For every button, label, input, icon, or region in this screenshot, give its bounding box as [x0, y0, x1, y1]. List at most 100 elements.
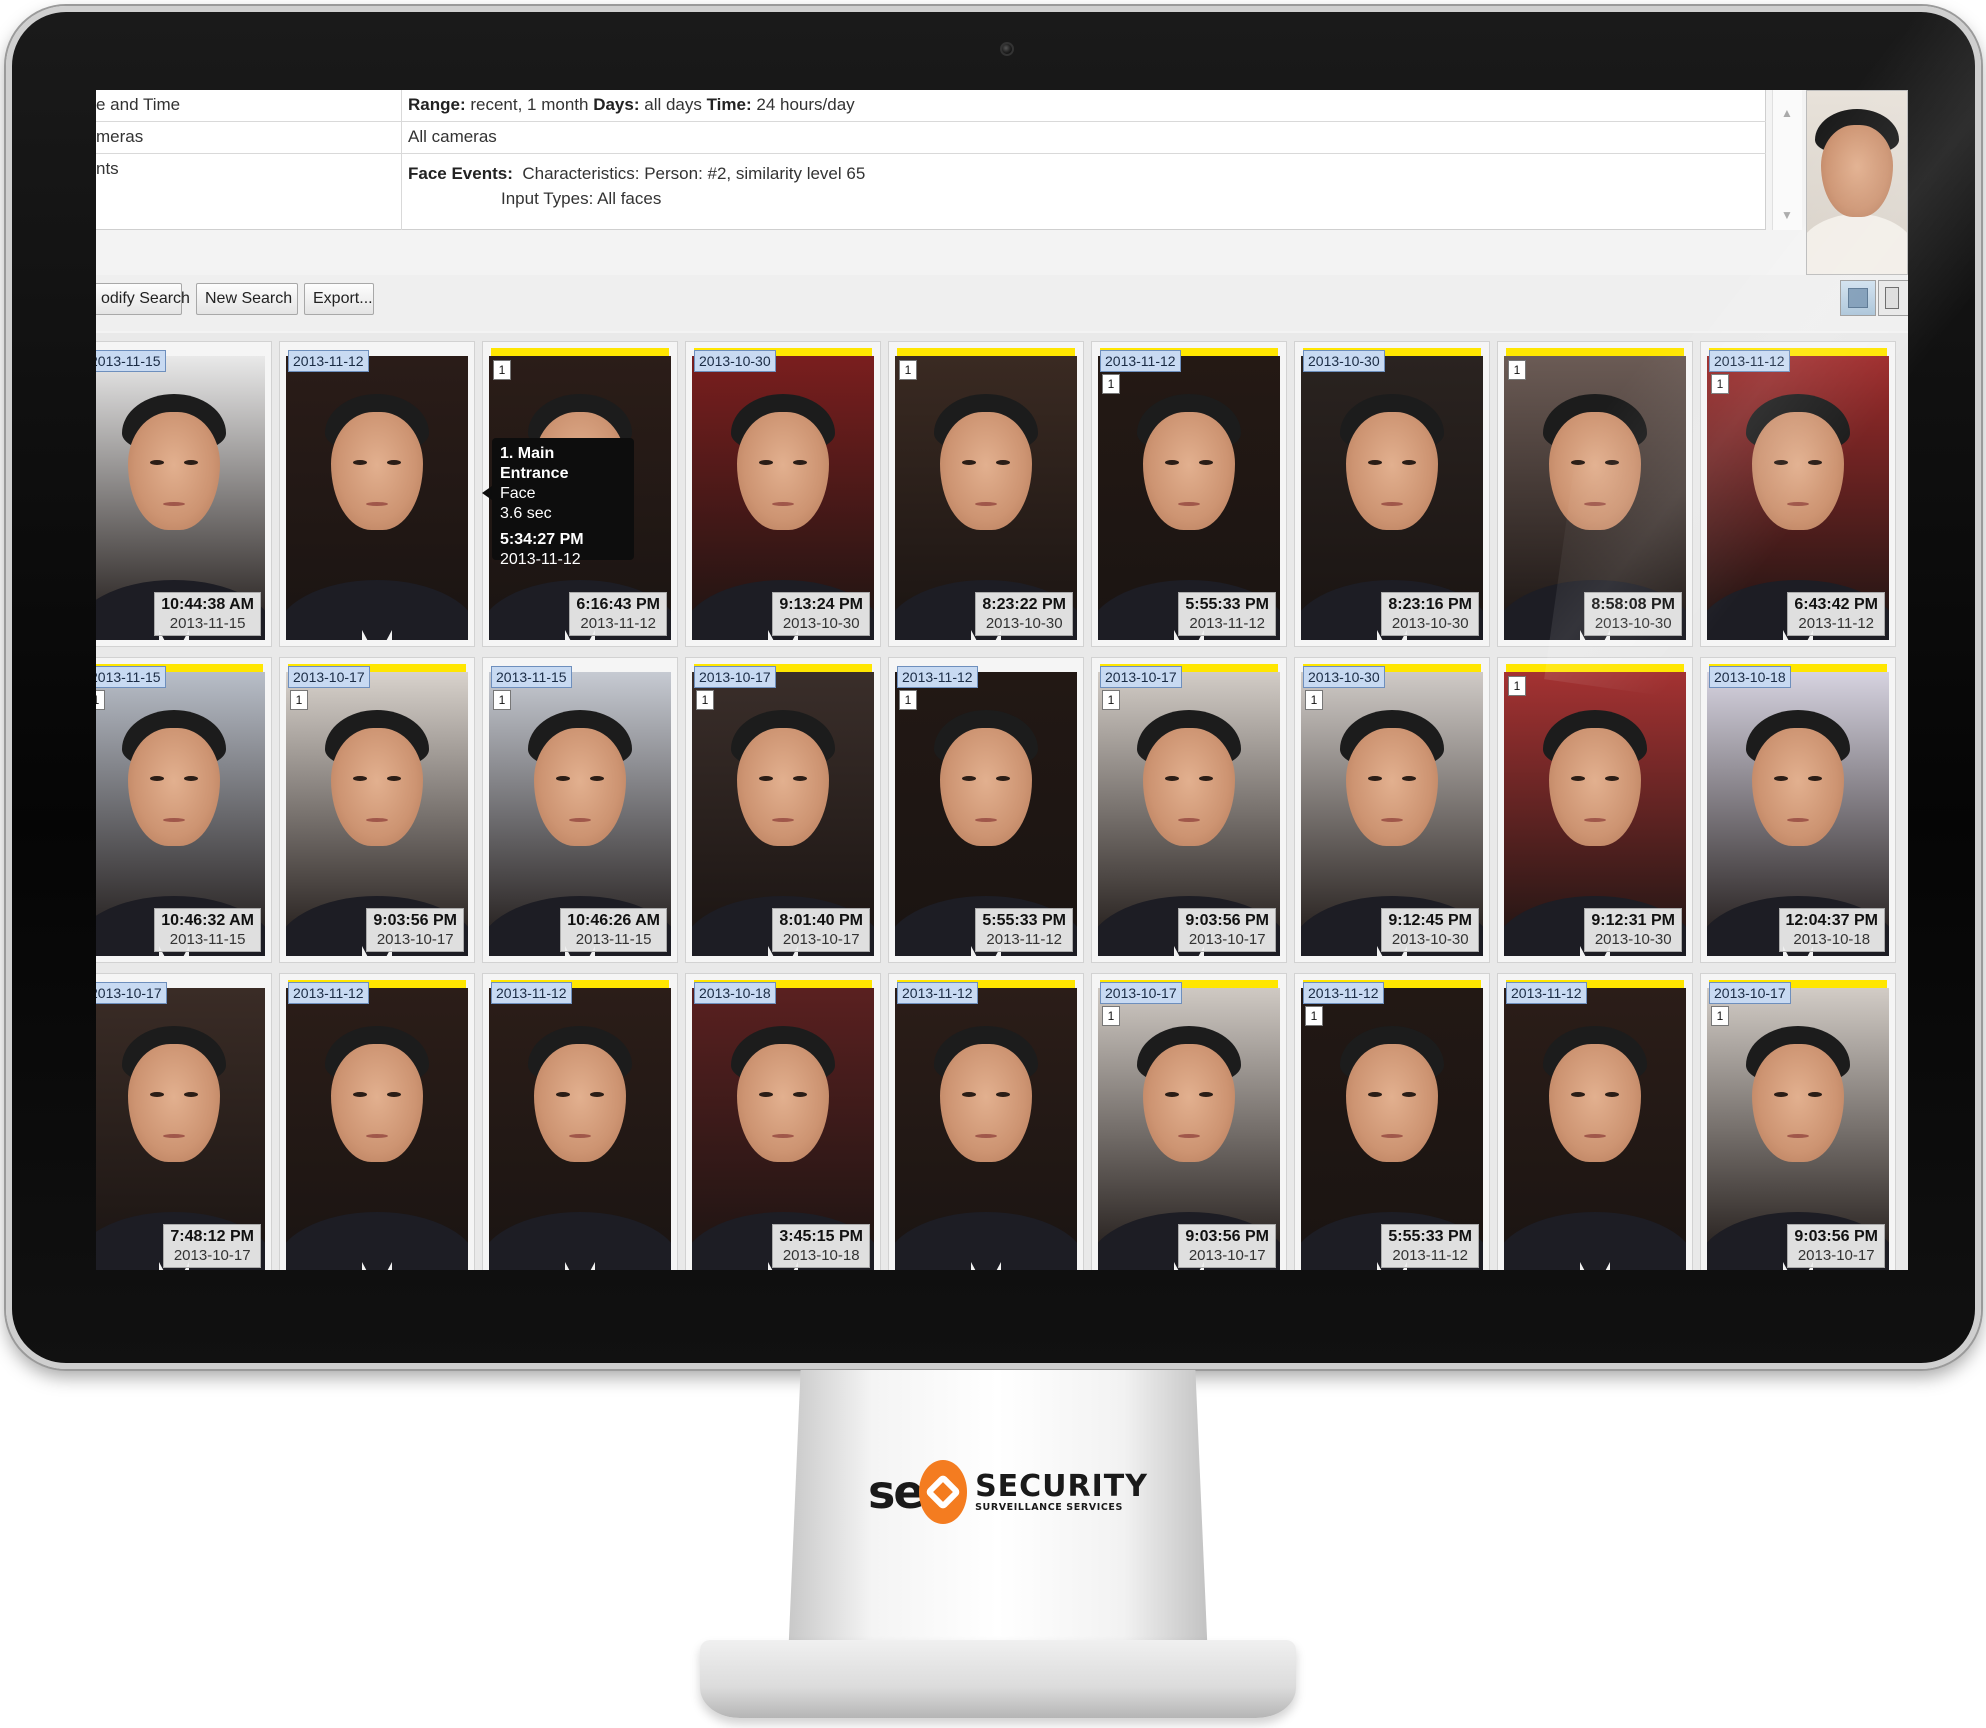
result-date: 2013-11-12	[1798, 615, 1875, 632]
result-timestamp: 8:23:22 PM 2013-10-30	[975, 592, 1073, 636]
result-tile[interactable]: 2013-10-17 1 8:01:40 PM 2013-10-17	[685, 657, 881, 963]
result-time: 9:03:56 PM	[1185, 1228, 1269, 1245]
result-tile[interactable]: 2013-11-15 1 10:46:26 AM 2013-11-15	[482, 657, 678, 963]
result-tile[interactable]: 2013-11-12 1 5:55:33 PM 2013-11-12	[1091, 341, 1287, 647]
search-criteria-panel: e and Time Range: recent, 1 month Days: …	[96, 90, 1766, 230]
result-tile[interactable]: 2013-10-17 1 9:03:56 PM 2013-10-17	[279, 657, 475, 963]
criteria-scrollbar[interactable]: ▲ ▼	[1772, 90, 1802, 230]
result-tile[interactable]: 2013-11-12	[279, 973, 475, 1270]
result-time: 10:46:26 AM	[567, 912, 660, 929]
result-date-tag: 2013-10-17	[96, 982, 167, 1004]
camera-number-tag: 1	[696, 690, 714, 710]
result-date: 2013-11-12	[986, 931, 1063, 948]
result-tile[interactable]: 2013-10-17 1 9:03:56 PM 2013-10-17	[1700, 973, 1896, 1270]
result-tile[interactable]: 2013-10-30 8:23:16 PM 2013-10-30	[1294, 341, 1490, 647]
result-date: 2013-10-17	[1797, 1247, 1875, 1264]
result-tile[interactable]: 2013-11-12 1 6:43:42 PM 2013-11-12	[1700, 341, 1896, 647]
result-date: 2013-10-30	[782, 615, 860, 632]
result-date-tag: 2013-11-15	[96, 666, 166, 688]
brand-subtitle: SURVEILLANCE SERVICES	[975, 1501, 1123, 1513]
result-date: 2013-11-12	[580, 615, 657, 632]
result-date: 2013-10-30	[985, 615, 1063, 632]
result-tile[interactable]: 2013-10-30 9:13:24 PM 2013-10-30	[685, 341, 881, 647]
split-view-toggle-icon[interactable]	[1878, 280, 1908, 316]
monitor-frame: e and Time Range: recent, 1 month Days: …	[6, 6, 1981, 1369]
camera-number-tag: 1	[1711, 374, 1729, 394]
camera-number-tag: 1	[290, 690, 308, 710]
scroll-down-icon[interactable]: ▼	[1781, 208, 1793, 222]
result-timestamp: 9:12:45 PM 2013-10-30	[1381, 908, 1479, 952]
scroll-up-icon[interactable]: ▲	[1781, 106, 1793, 120]
result-date-tag: 2013-10-17	[1709, 982, 1791, 1004]
result-time: 3:45:15 PM	[779, 1228, 863, 1245]
result-date-tag: 2013-11-12	[491, 982, 572, 1004]
result-timestamp: 5:55:33 PM 2013-11-12	[1381, 1224, 1479, 1268]
result-tile[interactable]: 2013-11-12	[279, 341, 475, 647]
result-date: 2013-10-17	[173, 1247, 251, 1264]
result-time: 10:46:32 AM	[161, 912, 254, 929]
single-view-toggle-icon[interactable]	[1840, 280, 1876, 316]
result-tile[interactable]: 2013-10-18 3:45:15 PM 2013-10-18	[685, 973, 881, 1270]
modify-search-button[interactable]: odify Search	[96, 283, 190, 315]
face-thumbnail[interactable]	[286, 356, 468, 640]
result-date-tag: 2013-10-17	[288, 666, 370, 688]
result-tile[interactable]: 2013-11-12	[482, 973, 678, 1270]
result-tile[interactable]: 2013-11-15 10:44:38 AM 2013-11-15	[96, 341, 272, 647]
brand-logo: se SECURITY SURVEILLANCE SERVICES	[868, 1452, 1148, 1532]
new-search-button[interactable]: New Search	[196, 283, 298, 315]
result-tile[interactable]: 2013-11-12 1 5:55:33 PM 2013-11-12	[1294, 973, 1490, 1270]
export-button[interactable]: Export...	[304, 283, 374, 315]
face-results-grid: 2013-11-15 10:44:38 AM 2013-11-15 2013-11-1…	[96, 333, 1908, 1270]
result-timestamp: 6:43:42 PM 2013-11-12	[1787, 592, 1885, 636]
result-date: 2013-10-17	[782, 931, 860, 948]
result-tile[interactable]: 1 8:58:08 PM 2013-10-30	[1497, 341, 1693, 647]
result-tile[interactable]: 2013-10-17 1 9:03:56 PM 2013-10-17	[1091, 973, 1287, 1270]
result-date: 2013-11-12	[1392, 1247, 1469, 1264]
result-tile[interactable]: 1 9:12:31 PM 2013-10-30	[1497, 657, 1693, 963]
result-date-tag: 2013-10-17	[1100, 666, 1182, 688]
camera-number-tag: 1	[1305, 690, 1323, 710]
criteria-value-face-events: Face Events: Characteristics: Person: #2…	[408, 164, 866, 183]
result-time: 9:03:56 PM	[1185, 912, 1269, 929]
surveillance-app-screen: e and Time Range: recent, 1 month Days: …	[96, 90, 1908, 1270]
result-date-tag: 2013-11-15	[491, 666, 572, 688]
result-date-tag: 2013-11-12	[1303, 982, 1384, 1004]
reference-face-photo	[1806, 90, 1908, 275]
camera-number-tag: 1	[96, 690, 105, 710]
result-timestamp: 12:04:37 PM 2013-10-18	[1778, 908, 1885, 952]
result-date: 2013-10-30	[1594, 615, 1672, 632]
result-date-tag: 2013-11-12	[1709, 350, 1790, 372]
result-tile[interactable]: 2013-10-17 7:48:12 PM 2013-10-17	[96, 973, 272, 1270]
result-date-tag: 2013-11-12	[288, 982, 369, 1004]
face-thumbnail[interactable]	[895, 988, 1077, 1270]
criteria-value-input-types: Input Types: All faces	[501, 189, 662, 208]
result-date-tag: 2013-10-18	[1709, 666, 1791, 688]
result-tile[interactable]: 2013-11-15110:46:32 AM2013-11-15	[96, 657, 272, 963]
result-time: 6:16:43 PM	[576, 596, 660, 613]
result-time: 5:55:33 PM	[1388, 1228, 1472, 1245]
result-time: 5:55:33 PM	[982, 912, 1066, 929]
result-timestamp: 9:03:56 PM 2013-10-17	[1178, 1224, 1276, 1268]
camera-number-tag: 1	[899, 360, 917, 380]
result-date: 2013-10-18	[1793, 931, 1871, 948]
result-time: 9:12:45 PM	[1388, 912, 1472, 929]
result-tile[interactable]: 1 8:23:22 PM 2013-10-30	[888, 341, 1084, 647]
result-tile[interactable]: 2013-11-12 1 5:55:33 PM 2013-11-12	[888, 657, 1084, 963]
result-tile[interactable]: 2013-10-18 12:04:37 PM 2013-10-18	[1700, 657, 1896, 963]
result-date-tag: 2013-10-17	[694, 666, 776, 688]
result-time: 7:48:12 PM	[170, 1228, 254, 1245]
result-tile[interactable]: 2013-10-30 1 9:12:45 PM 2013-10-30	[1294, 657, 1490, 963]
result-date: 2013-11-15	[575, 931, 652, 948]
result-time: 8:58:08 PM	[1591, 596, 1675, 613]
result-date-tag: 2013-11-15	[96, 350, 166, 372]
result-date-tag: 2013-11-12	[897, 666, 978, 688]
camera-number-tag: 1	[1305, 1006, 1323, 1026]
result-tile[interactable]: 2013-10-17 1 9:03:56 PM 2013-10-17	[1091, 657, 1287, 963]
result-timestamp: 5:55:33 PM 2013-11-12	[1178, 592, 1276, 636]
result-tile[interactable]: 2013-11-12	[888, 973, 1084, 1270]
result-date: 2013-10-17	[1188, 1247, 1266, 1264]
face-thumbnail[interactable]	[1504, 988, 1686, 1270]
result-tile[interactable]: 2013-11-12	[1497, 973, 1693, 1270]
face-thumbnail[interactable]	[286, 988, 468, 1270]
face-thumbnail[interactable]	[489, 988, 671, 1270]
